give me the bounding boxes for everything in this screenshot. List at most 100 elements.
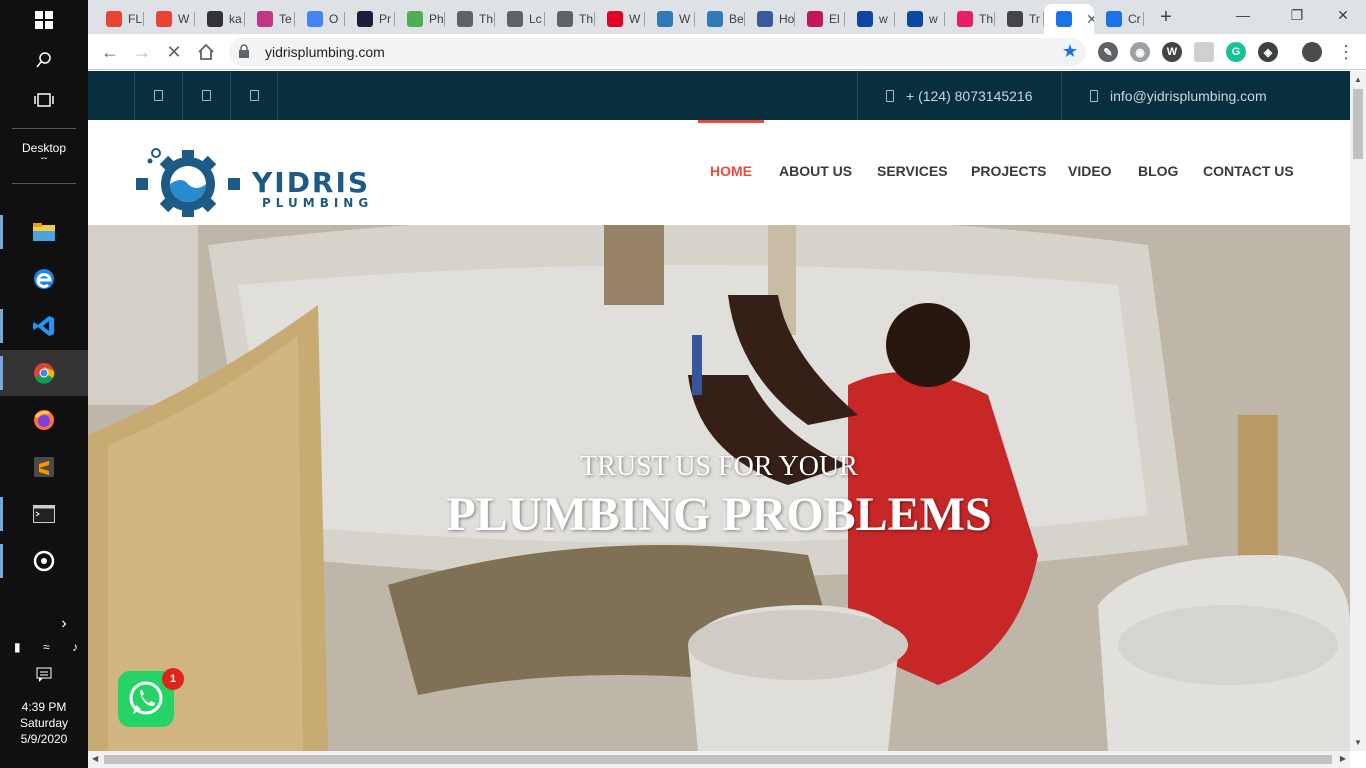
social-link-facebook[interactable] [134,71,182,120]
profile-avatar[interactable] [1302,42,1322,62]
browser-tab[interactable]: Pr [345,4,395,34]
nav-item-contact-us[interactable]: CONTACT US [1203,163,1294,179]
email-contact[interactable]: info@yidrisplumbing.com [1061,71,1350,120]
address-bar[interactable]: yidrisplumbing.com ★ [229,38,1086,66]
social-link-instagram[interactable] [230,71,278,120]
browser-tab[interactable]: ✕ [1044,4,1094,34]
scroll-down-icon[interactable]: ▼ [1354,738,1362,747]
browser-tab[interactable]: Be [695,4,745,34]
chrome-app[interactable] [0,350,88,396]
scroll-right-icon[interactable]: ▶ [1340,754,1346,763]
horizontal-scrollbar[interactable]: ◀ ▶ [88,751,1350,768]
site-logo[interactable]: YIDRIS PLUMBING [134,147,408,217]
tab-title: ka [229,12,242,26]
browser-tab[interactable]: Lc [495,4,545,34]
more-vert-icon: ⋮ [1337,42,1355,62]
folder-icon [33,223,55,241]
browser-tab[interactable]: W [144,4,195,34]
browser-tab[interactable]: Cr [1094,4,1144,34]
wifi-icon[interactable]: ≈ [43,640,50,654]
grammarly-icon[interactable]: G [1226,42,1246,62]
browser-tab[interactable]: El [795,4,845,34]
browser-tab[interactable]: ka [195,4,245,34]
new-tab-button[interactable]: + [1154,6,1178,30]
browser-tab[interactable]: W [645,4,695,34]
browser-tab[interactable]: O [295,4,345,34]
browser-tab[interactable]: Tr [995,4,1044,34]
sublime-app[interactable] [0,444,88,490]
volume-icon[interactable]: ♪ [72,640,78,654]
tab-title: W [629,12,641,26]
media-app[interactable] [0,538,88,584]
stop-loading-button[interactable]: ✕ [162,40,186,64]
search-button[interactable] [0,40,88,80]
start-button[interactable] [0,0,88,40]
notification-icon [36,667,52,682]
screen: Desktop ˇˇ › ▮ ≈ ♪ 4:39 PM Saturday 5/9/… [0,0,1366,768]
scrollbar-thumb[interactable] [1353,89,1363,159]
nav-item-projects[interactable]: PROJECTS [971,163,1046,179]
nav-item-video[interactable]: VIDEO [1068,163,1112,179]
browser-tab[interactable]: w [895,4,945,34]
action-center-button[interactable] [0,662,88,688]
browser-tab[interactable]: W [595,4,645,34]
camera-extension-icon[interactable]: ◉ [1130,42,1150,62]
minimize-button[interactable]: — [1220,0,1266,32]
phone-contact[interactable]: + (124) 8073145216 [857,71,1061,120]
pinterest-icon [607,11,623,27]
eyedropper-extension-icon[interactable]: ✎ [1098,42,1118,62]
twitter-icon [202,90,211,101]
nav-item-blog[interactable]: BLOG [1138,163,1178,179]
logo-title: YIDRIS [252,166,371,199]
firefox-app[interactable] [0,397,88,443]
logo-wordmark: YIDRIS PLUMBING [252,166,373,210]
terminal-app[interactable] [0,491,88,537]
social-link-twitter[interactable] [182,71,230,120]
wordpress-extension-icon[interactable]: W [1162,42,1182,62]
hero-title: PLUMBING PROBLEMS [446,488,992,541]
browser-tab[interactable]: Th [445,4,495,34]
back-button[interactable]: ← [98,40,122,64]
vscode-app[interactable] [0,303,88,349]
terminal-icon [33,505,55,523]
scroll-up-icon[interactable]: ▲ [1354,75,1362,84]
nav-item-about-us[interactable]: ABOUT US [779,163,852,179]
vertical-scrollbar[interactable]: ▲ ▼ [1350,71,1366,751]
browser-tab[interactable]: FL [94,4,144,34]
task-view-icon [34,93,54,107]
whatsapp-icon [129,681,163,715]
instagram-icon [249,90,259,101]
browser-tab[interactable]: Ph [395,4,445,34]
browser-tab[interactable]: Th [545,4,595,34]
battery-icon[interactable]: ▮ [14,640,21,654]
maximize-button[interactable]: ❐ [1274,0,1320,32]
virtual-desktop-switcher[interactable]: Desktop ˇˇ [12,128,76,184]
nav-item-home[interactable]: HOME [710,163,752,179]
tab-title: Be [729,12,744,26]
tab-title: Ph [429,12,444,26]
frame-icon [757,11,773,27]
browser-tab[interactable]: Ho [745,4,795,34]
close-tab-icon[interactable]: ✕ [1086,11,1094,28]
shield-extension-icon[interactable]: ◈ [1258,42,1278,62]
browser-tab[interactable]: Th [945,4,995,34]
browser-tab[interactable]: Te [245,4,295,34]
file-explorer-app[interactable] [0,209,88,255]
forward-button[interactable]: → [130,40,154,64]
website-viewport: + (124) 8073145216 info@yidrisplumbing.c… [88,71,1350,751]
tab-title: Th [579,12,594,26]
bookmark-star-icon[interactable]: ★ [1062,41,1078,62]
scrollbar-thumb[interactable] [104,755,1332,764]
loading-icon [1056,11,1072,27]
home-button[interactable] [194,40,218,64]
chrome-menu-button[interactable]: ⋮ [1334,40,1358,64]
taskbar-clock[interactable]: 4:39 PM Saturday 5/9/2020 [0,699,88,747]
close-window-button[interactable]: ✕ [1320,0,1366,32]
edge-app[interactable] [0,256,88,302]
task-view-button[interactable] [0,80,88,120]
show-hidden-icons-button[interactable]: › [0,604,88,644]
scroll-left-icon[interactable]: ◀ [92,754,98,763]
nav-item-services[interactable]: SERVICES [877,163,948,179]
extension-icon[interactable] [1194,42,1214,62]
browser-tab[interactable]: w [845,4,895,34]
